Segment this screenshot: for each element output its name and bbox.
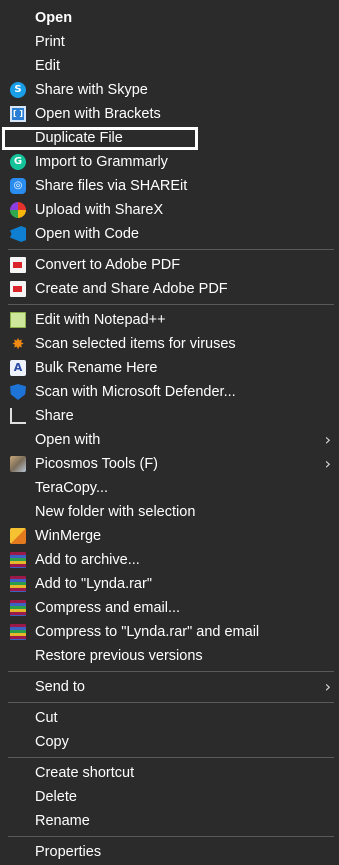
adobe-pdf-icon — [10, 281, 26, 297]
winrar-icon — [10, 576, 26, 592]
menu-item-label: Picosmos Tools (F) — [35, 456, 159, 472]
menu-item-delete[interactable]: Delete — [0, 785, 339, 809]
skype-icon: S — [10, 82, 26, 98]
menu-item-open-with-brackets[interactable]: [ ] Open with Brackets — [0, 102, 339, 126]
menu-item-label: Add to "Lynda.rar" — [35, 576, 152, 592]
picosmos-icon — [10, 456, 26, 472]
share-icon — [10, 408, 26, 424]
winmerge-icon — [10, 528, 26, 544]
menu-item-create-shortcut[interactable]: Create shortcut — [0, 761, 339, 785]
menu-item-share[interactable]: Share — [0, 404, 339, 428]
menu-item-compress-and-email[interactable]: Compress and email... — [0, 596, 339, 620]
menu-item-picosmos-tools-f[interactable]: Picosmos Tools (F) › — [0, 452, 339, 476]
menu-item-edit-with-notepad[interactable]: Edit with Notepad++ — [0, 308, 339, 332]
menu-item-add-to-lynda-rar[interactable]: Add to "Lynda.rar" — [0, 572, 339, 596]
menu-item-label: Share — [35, 408, 74, 424]
menu-item-label: Cut — [35, 710, 58, 726]
menu-item-label: Open with Brackets — [35, 106, 161, 122]
winrar-icon — [10, 624, 26, 640]
menu-item-duplicate-file[interactable]: Duplicate File — [0, 126, 339, 150]
menu-separator — [8, 757, 334, 758]
menu-item-label: New folder with selection — [35, 504, 196, 520]
menu-item-label: Create shortcut — [35, 765, 135, 781]
menu-item-label: Convert to Adobe PDF — [35, 257, 181, 273]
menu-item-label: Import to Grammarly — [35, 154, 168, 170]
menu-item-label: Edit with Notepad++ — [35, 312, 166, 328]
menu-item-label: Open with Code — [35, 226, 139, 242]
menu-item-label: Open with — [35, 432, 101, 448]
menu-item-create-and-share-adobe-pdf[interactable]: Create and Share Adobe PDF — [0, 277, 339, 301]
menu-item-label: Send to — [35, 679, 85, 695]
menu-item-open-with[interactable]: Open with › — [0, 428, 339, 452]
menu-item-scan-with-microsoft-defender[interactable]: Scan with Microsoft Defender... — [0, 380, 339, 404]
menu-item-bulk-rename-here[interactable]: A Bulk Rename Here — [0, 356, 339, 380]
grammarly-icon: G — [10, 154, 26, 170]
menu-item-import-to-grammarly[interactable]: G Import to Grammarly — [0, 150, 339, 174]
menu-item-label: WinMerge — [35, 528, 102, 544]
menu-item-label: Upload with ShareX — [35, 202, 164, 218]
menu-separator — [8, 702, 334, 703]
menu-item-label: Copy — [35, 734, 69, 750]
menu-item-label: Properties — [35, 844, 102, 860]
chevron-right-icon: › — [324, 677, 331, 696]
menu-item-label: Restore previous versions — [35, 648, 203, 664]
menu-item-properties[interactable]: Properties — [0, 840, 339, 864]
chevron-right-icon: › — [324, 454, 331, 473]
shareit-icon: ◎ — [10, 178, 26, 194]
menu-item-upload-with-sharex[interactable]: Upload with ShareX — [0, 198, 339, 222]
menu-item-label: Compress to "Lynda.rar" and email — [35, 624, 260, 640]
virus-scan-icon: ✸ — [11, 335, 25, 353]
notepadpp-icon — [10, 312, 26, 328]
menu-item-winmerge[interactable]: WinMerge — [0, 524, 339, 548]
menu-item-label: Compress and email... — [35, 600, 181, 616]
menu-item-share-files-via-shareit[interactable]: ◎ Share files via SHAREit — [0, 174, 339, 198]
menu-separator — [8, 671, 334, 672]
menu-item-teracopy[interactable]: TeraCopy... — [0, 476, 339, 500]
menu-item-edit[interactable]: Edit — [0, 54, 339, 78]
menu-item-compress-to-lynda-rar-and-email[interactable]: Compress to "Lynda.rar" and email — [0, 620, 339, 644]
menu-item-label: Edit — [35, 58, 60, 74]
adobe-pdf-icon — [10, 257, 26, 273]
menu-item-copy[interactable]: Copy — [0, 730, 339, 754]
menu-item-rename[interactable]: Rename — [0, 809, 339, 833]
menu-item-label: Print — [35, 34, 65, 50]
menu-item-label: Share files via SHAREit — [35, 178, 188, 194]
menu-item-new-folder-with-selection[interactable]: New folder with selection — [0, 500, 339, 524]
menu-item-label: Create and Share Adobe PDF — [35, 281, 228, 297]
menu-separator — [8, 304, 334, 305]
menu-item-open[interactable]: Open — [0, 6, 339, 30]
menu-separator — [8, 836, 334, 837]
menu-item-label: Duplicate File — [35, 130, 123, 146]
brackets-icon: [ ] — [10, 106, 26, 122]
menu-item-label: Share with Skype — [35, 82, 148, 98]
menu-item-label: TeraCopy... — [35, 480, 109, 496]
context-menu: Open Print Edit S Share with Skype [ ] Open wi… — [0, 0, 339, 865]
menu-item-send-to[interactable]: Send to › — [0, 675, 339, 699]
menu-item-open-with-code[interactable]: Open with Code — [0, 222, 339, 246]
menu-item-label: Rename — [35, 813, 90, 829]
winrar-icon — [10, 600, 26, 616]
menu-item-label: Bulk Rename Here — [35, 360, 158, 376]
menu-separator — [8, 249, 334, 250]
menu-item-restore-previous-versions[interactable]: Restore previous versions — [0, 644, 339, 668]
menu-item-label: Scan selected items for viruses — [35, 336, 236, 352]
menu-item-label: Open — [35, 10, 73, 26]
bulk-rename-icon: A — [10, 360, 26, 376]
winrar-icon — [10, 552, 26, 568]
vscode-icon — [10, 226, 26, 242]
menu-item-label: Delete — [35, 789, 77, 805]
menu-item-scan-selected-items-for-viruses[interactable]: ✸ Scan selected items for viruses — [0, 332, 339, 356]
menu-item-label: Add to archive... — [35, 552, 140, 568]
menu-item-convert-to-adobe-pdf[interactable]: Convert to Adobe PDF — [0, 253, 339, 277]
menu-item-label: Scan with Microsoft Defender... — [35, 384, 236, 400]
menu-item-add-to-archive[interactable]: Add to archive... — [0, 548, 339, 572]
defender-shield-icon — [10, 384, 26, 400]
sharex-icon — [10, 202, 26, 218]
chevron-right-icon: › — [324, 430, 331, 449]
menu-item-share-with-skype[interactable]: S Share with Skype — [0, 78, 339, 102]
menu-item-print[interactable]: Print — [0, 30, 339, 54]
menu-item-cut[interactable]: Cut — [0, 706, 339, 730]
